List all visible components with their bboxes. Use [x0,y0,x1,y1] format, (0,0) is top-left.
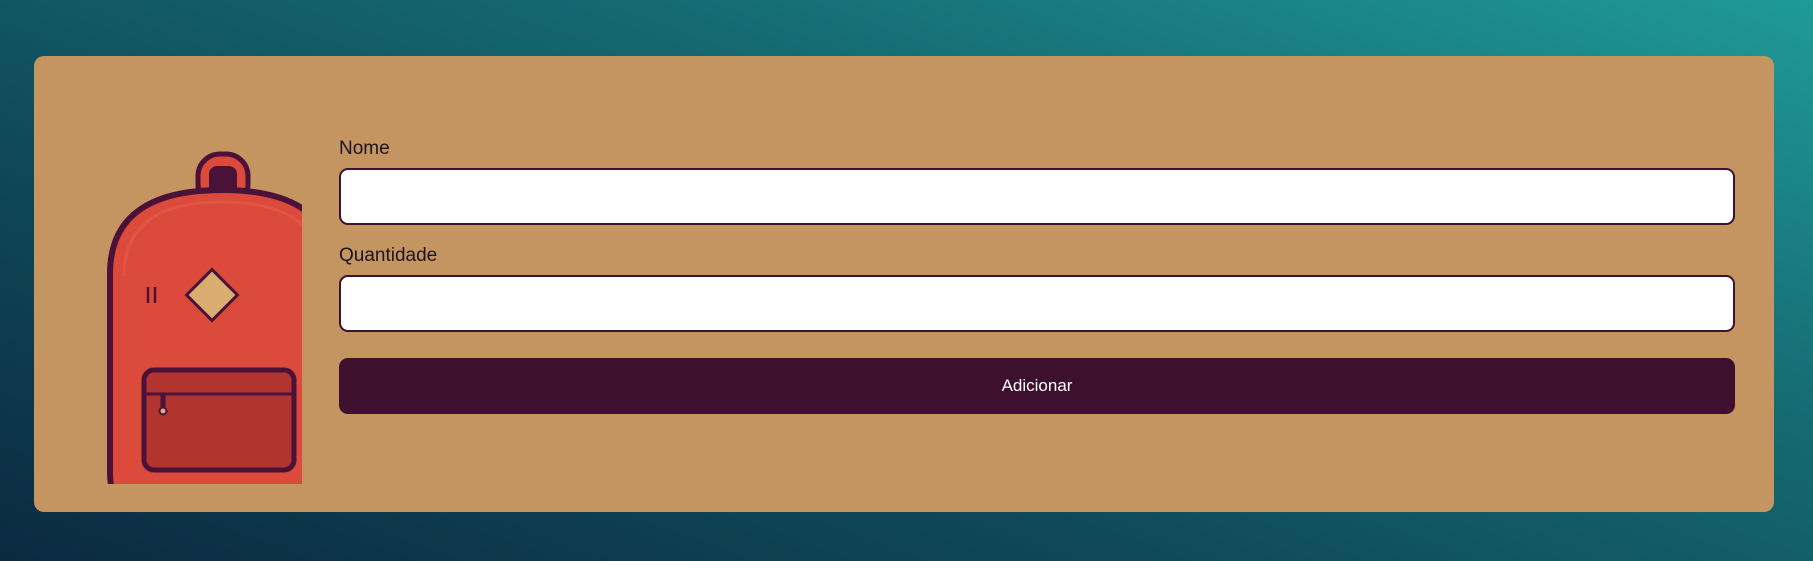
name-input[interactable] [339,168,1735,225]
backpack-illustration [72,104,337,527]
quantity-input[interactable] [339,275,1735,332]
add-button[interactable]: Adicionar [339,358,1735,414]
quantity-field-group: Quantidade [339,245,1735,332]
add-item-form: Nome Quantidade Adicionar [339,138,1735,414]
name-field-group: Nome [339,138,1735,225]
name-label: Nome [339,138,390,159]
add-item-card: Nome Quantidade Adicionar [34,56,1774,527]
backpack-icon [107,151,337,527]
quantity-label: Quantidade [339,245,438,266]
